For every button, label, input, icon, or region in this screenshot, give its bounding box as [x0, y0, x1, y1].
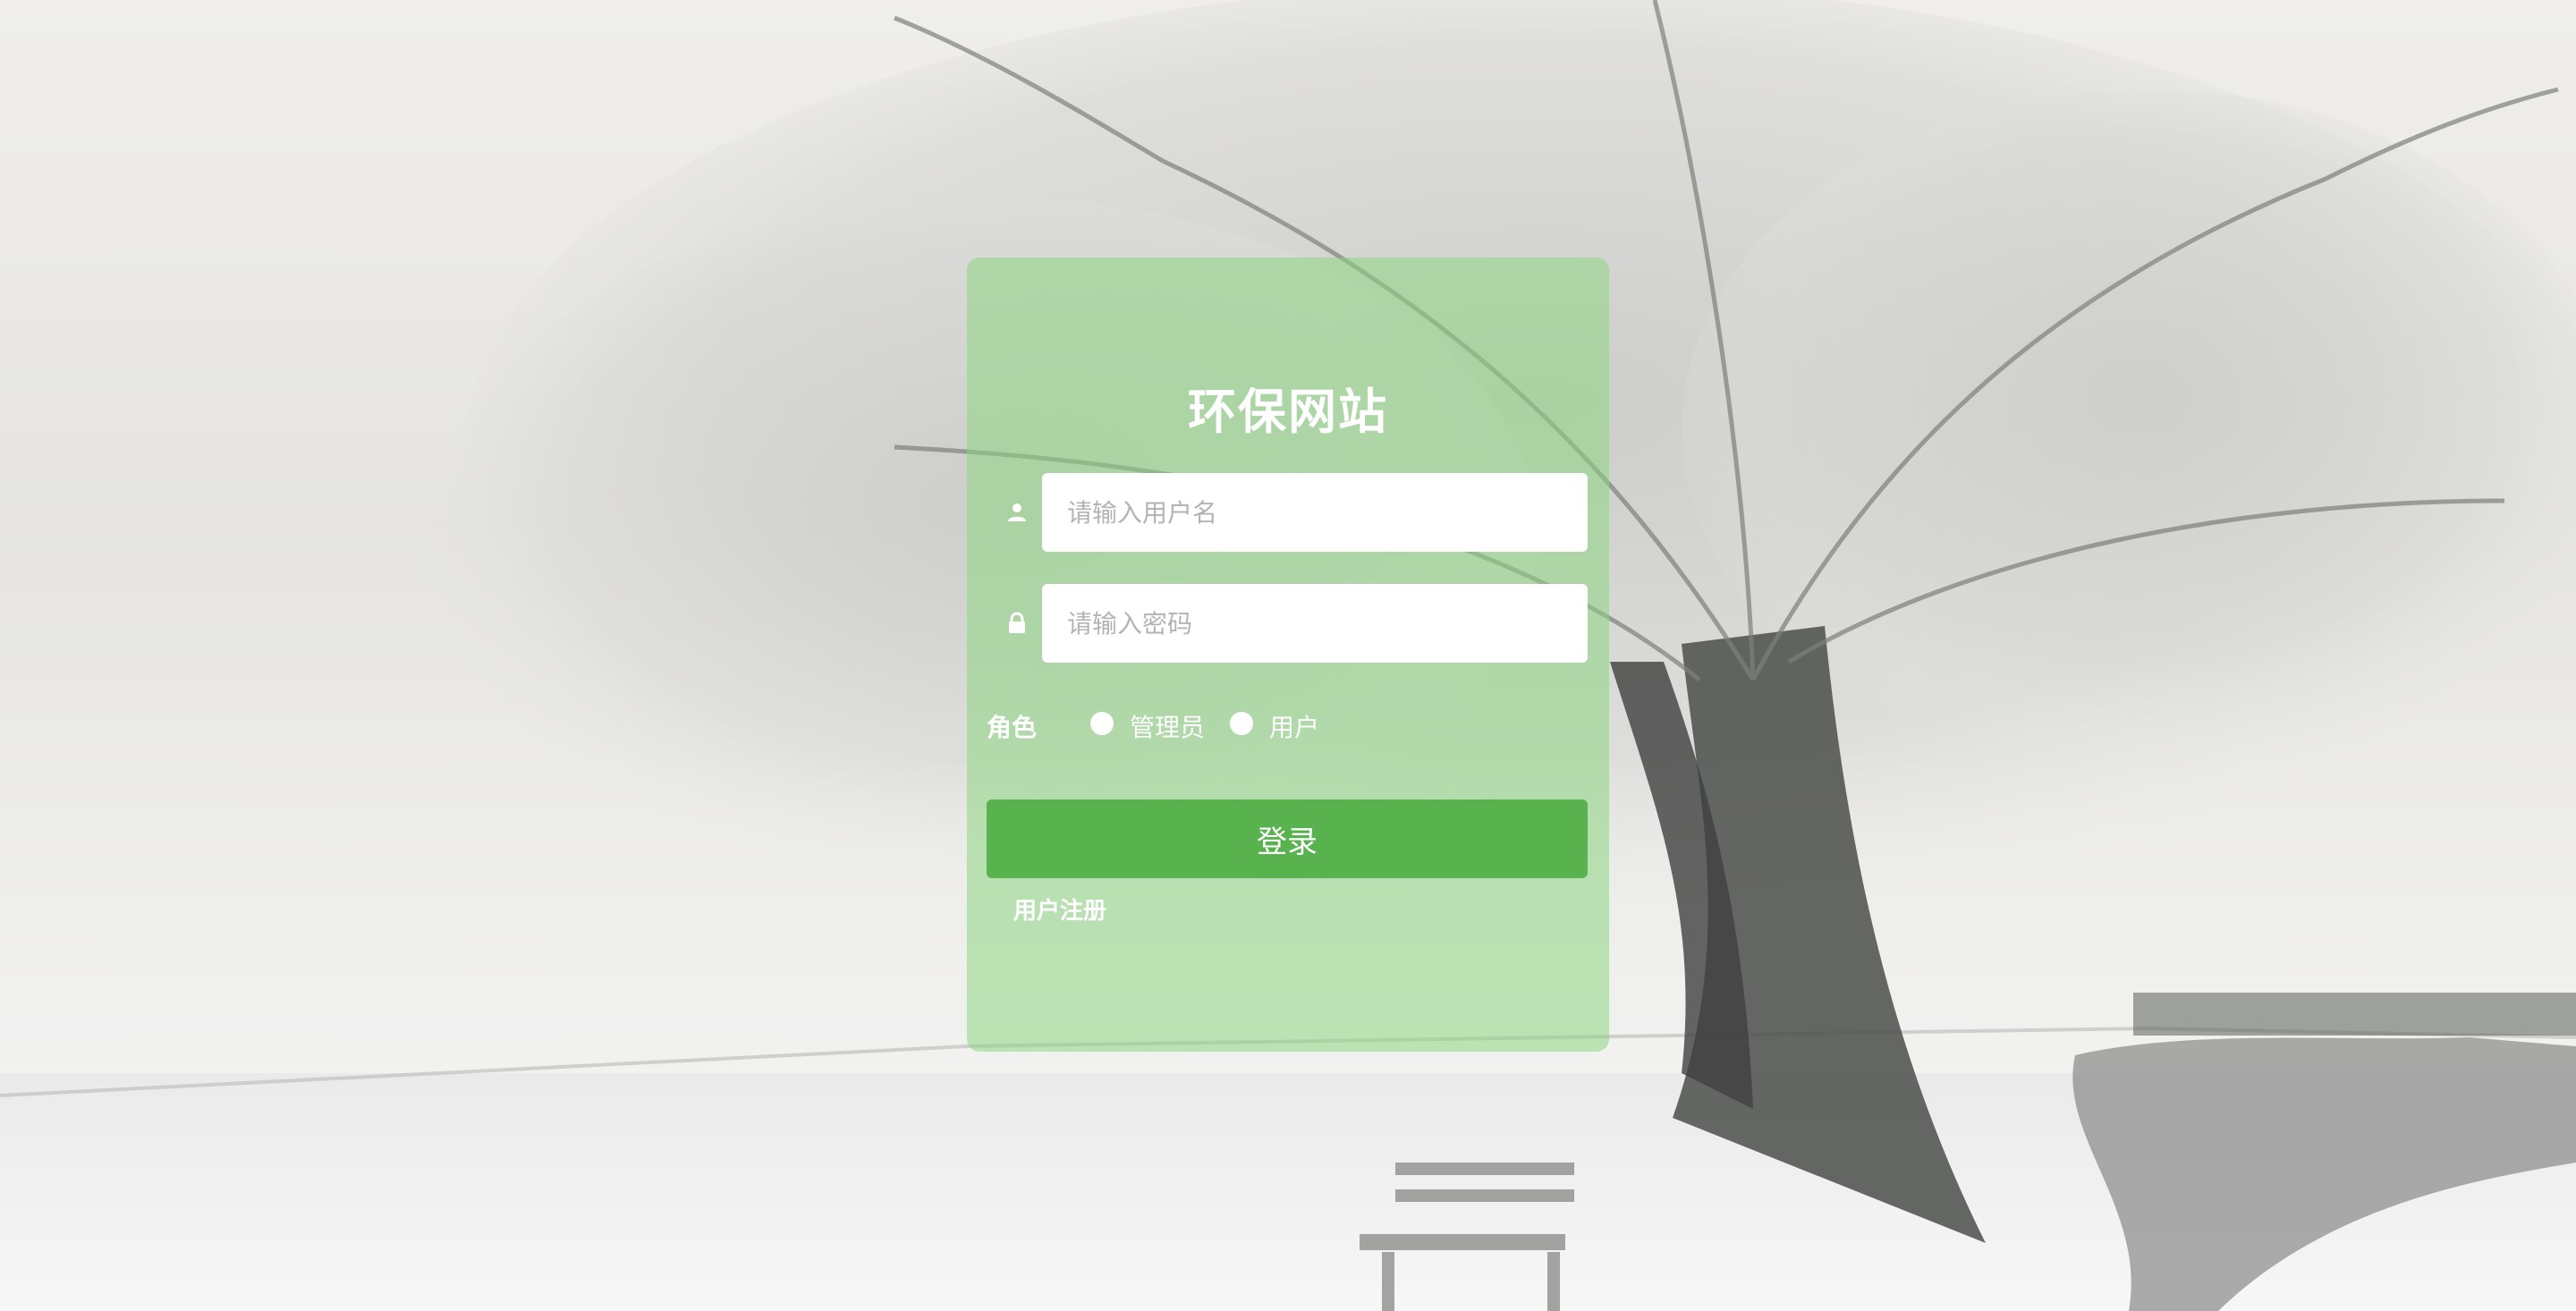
- role-user-radio[interactable]: [1230, 712, 1253, 735]
- username-input[interactable]: [1042, 473, 1588, 552]
- role-user-label[interactable]: 用户: [1269, 708, 1319, 744]
- role-label: 角色: [987, 713, 1038, 742]
- role-admin-label[interactable]: 管理员: [1130, 708, 1205, 744]
- user-icon: [1008, 503, 1026, 521]
- role-admin-radio[interactable]: [1090, 712, 1114, 735]
- password-input[interactable]: [1042, 584, 1588, 663]
- password-row: [967, 584, 1609, 663]
- site-title: 环保网站: [1188, 384, 1388, 440]
- login-panel: 环保网站 角色 管理员 用户 登录 用户注册: [967, 258, 1609, 1052]
- role-selector: 角色 管理员 用户: [987, 706, 1595, 742]
- login-button[interactable]: 登录: [987, 799, 1588, 878]
- lock-icon: [1009, 612, 1025, 633]
- register-link[interactable]: 用户注册: [1013, 892, 1106, 926]
- username-row: [967, 473, 1609, 552]
